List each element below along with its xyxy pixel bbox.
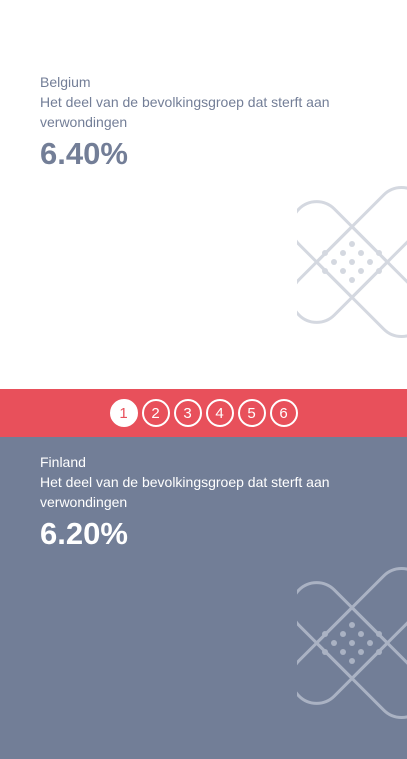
stat-value: 6.40% <box>40 136 128 171</box>
country-name: Belgium <box>40 74 91 90</box>
country-name: Finland <box>40 454 86 470</box>
page-3-button[interactable]: 3 <box>173 399 202 427</box>
page-4-button[interactable]: 4 <box>205 399 234 427</box>
page-5-button[interactable]: 5 <box>237 399 266 427</box>
page-1-button[interactable]: 1 <box>109 399 138 427</box>
bandage-icon <box>297 567 407 719</box>
slide-finland: Finland Het deel van de bevolkingsgroep … <box>0 437 407 759</box>
stat-value: 6.20% <box>40 516 128 551</box>
stat-block: Belgium Het deel van de bevolkingsgroep … <box>40 73 380 174</box>
slide-belgium: Belgium Het deel van de bevolkingsgroep … <box>0 0 407 389</box>
bandage-icon <box>297 186 407 338</box>
stat-description: Het deel van de bevolkingsgroep dat ster… <box>40 94 330 130</box>
stat-description: Het deel van de bevolkingsgroep dat ster… <box>40 474 330 510</box>
page-6-button[interactable]: 6 <box>269 399 298 427</box>
stat-block: Finland Het deel van de bevolkingsgroep … <box>40 453 380 554</box>
pagination: 1 2 3 4 5 6 <box>0 389 407 437</box>
page-2-button[interactable]: 2 <box>141 399 170 427</box>
